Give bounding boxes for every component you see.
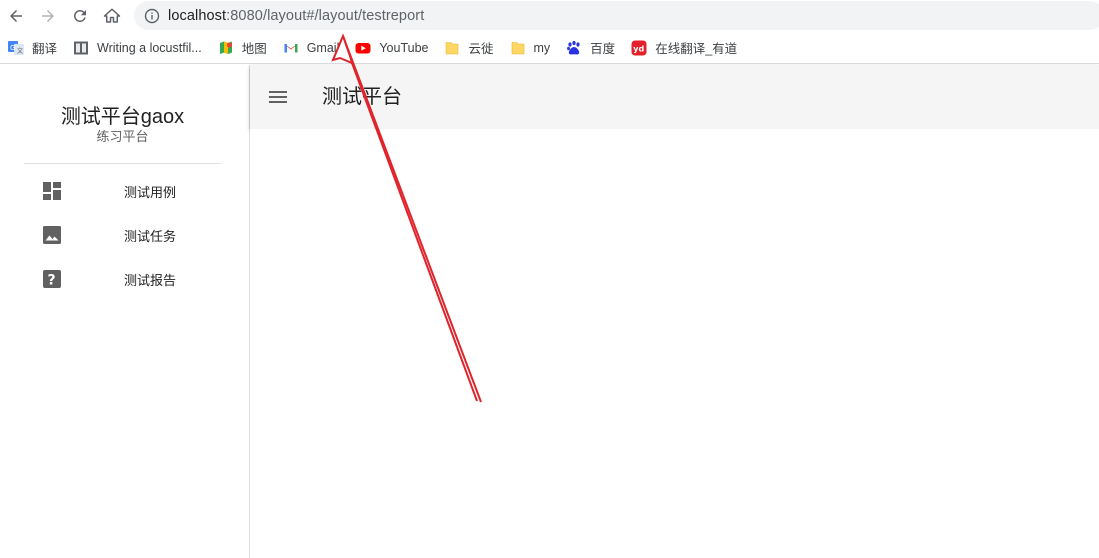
page-title: 测试平台: [322, 86, 402, 108]
url-path: /layout#/layout/testreport: [262, 7, 425, 24]
main-content: [250, 129, 1099, 558]
bookmark-maps[interactable]: 地图: [218, 34, 273, 62]
svg-text:yd: yd: [633, 44, 644, 53]
brand: 测试平台gaox 练习平台: [24, 105, 221, 145]
hamburger-icon: [269, 91, 287, 103]
bookmark-label: my: [533, 40, 551, 55]
bookmark-label: Gmail: [306, 40, 340, 55]
svg-text:G: G: [10, 44, 15, 52]
svg-text:文: 文: [17, 47, 23, 55]
bookmark-folder-my[interactable]: my: [510, 34, 557, 62]
image-icon: [42, 225, 62, 245]
reload-icon: [73, 9, 86, 22]
folder-icon: [510, 40, 526, 56]
sidebar-item-label: 测试用例: [124, 184, 177, 200]
svg-text:?: ?: [48, 273, 56, 289]
bookmark-label: 在线翻译_有道: [655, 42, 738, 56]
baidu-icon: [566, 40, 582, 56]
sidebar-item-label: 测试任务: [124, 228, 177, 244]
arrow-right-icon: [42, 10, 54, 22]
bookmark-youdao[interactable]: yd 在线翻译_有道: [631, 34, 743, 62]
sidebar-item-test-cases[interactable]: 测试用例: [0, 169, 249, 213]
sidebar-item-test-tasks[interactable]: 测试任务: [0, 213, 249, 257]
url-host: localhost: [168, 7, 227, 24]
sidebar-item-test-reports[interactable]: ? 测试报告: [0, 257, 249, 301]
url-port: :8080: [226, 7, 263, 24]
bookmark-youtube[interactable]: YouTube: [355, 34, 434, 62]
dashboard-icon: [42, 181, 62, 201]
home-button[interactable]: [100, 4, 124, 28]
bookmark-baidu[interactable]: 百度: [566, 34, 621, 62]
sidebar: 测试平台gaox 练习平台 测试用例 测试任务 ? 测试报告: [0, 65, 250, 558]
brand-subtitle: 练习平台: [96, 129, 149, 144]
sidebar-item-label: 测试报告: [124, 272, 177, 288]
book-icon: [73, 40, 89, 56]
forward-button[interactable]: [36, 4, 60, 28]
bookmark-label: Writing a locustfil...: [97, 40, 202, 55]
home-icon: [103, 8, 121, 23]
folder-icon: [444, 40, 460, 56]
gmail-icon: [283, 40, 299, 56]
url-text: localhost:8080/layout#/layout/testreport: [168, 8, 424, 24]
app-root: 测试平台gaox 练习平台 测试用例 测试任务 ? 测试报告 测试平台: [0, 65, 1099, 558]
browser-toolbar: localhost:8080/layout#/layout/testreport: [0, 0, 1099, 32]
info-icon[interactable]: [144, 8, 160, 24]
menu-toggle-button[interactable]: [267, 87, 289, 107]
google-translate-icon: G文: [8, 40, 24, 56]
bookmark-locust[interactable]: Writing a locustfil...: [73, 34, 208, 62]
bookmark-label: 翻译: [32, 42, 58, 56]
sidebar-menu: 测试用例 测试任务 ? 测试报告: [0, 169, 249, 301]
bookmark-label: 百度: [590, 42, 616, 56]
arrow-left-icon: [10, 10, 22, 22]
bookmark-label: YouTube: [379, 40, 429, 55]
app-bar: 测试平台: [250, 65, 1099, 129]
back-button[interactable]: [4, 4, 28, 28]
youtube-icon: [355, 40, 371, 56]
bookmark-label: 地图: [241, 42, 267, 56]
reload-button[interactable]: [68, 4, 92, 28]
help-icon: ?: [42, 269, 62, 289]
address-bar[interactable]: localhost:8080/layout#/layout/testreport: [134, 1, 1099, 30]
bookmark-gmail[interactable]: Gmail: [283, 34, 346, 62]
bookmarks-bar: G文 翻译 Writing a locustfil... 地图 Gmail Yo…: [0, 32, 1099, 64]
divider: [24, 163, 221, 164]
bookmark-translate[interactable]: G文 翻译: [8, 34, 63, 62]
brand-title: 测试平台gaox: [60, 106, 185, 128]
bookmark-folder-yunxi[interactable]: 云徙: [444, 34, 499, 62]
bookmark-label: 云徙: [468, 42, 494, 56]
google-maps-icon: [218, 40, 234, 56]
youdao-icon: yd: [631, 40, 647, 56]
